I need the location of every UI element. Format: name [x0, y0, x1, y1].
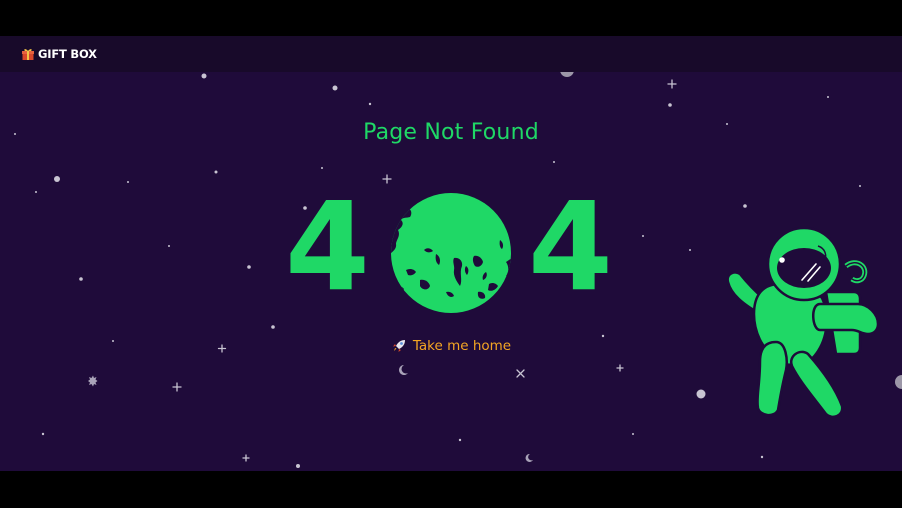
take-me-home-label: Take me home [412, 338, 512, 354]
brand-logo-link[interactable]: GIFT BOX [21, 47, 97, 61]
letterbox-top [0, 0, 902, 36]
rocket-icon [391, 338, 407, 354]
astronaut-illustration [726, 226, 880, 418]
globe-icon [391, 193, 511, 313]
page-viewport: GIFT BOX Page Not Found 4 4 Take me home [0, 36, 902, 471]
error-digit-left: 4 [285, 176, 370, 318]
navbar: GIFT BOX [0, 36, 902, 72]
page-title: Page Not Found [363, 120, 539, 145]
brand-name: GIFT BOX [38, 47, 97, 61]
letterbox-bottom [0, 471, 902, 508]
gift-icon [21, 47, 35, 61]
error-digit-right: 4 [528, 176, 613, 318]
